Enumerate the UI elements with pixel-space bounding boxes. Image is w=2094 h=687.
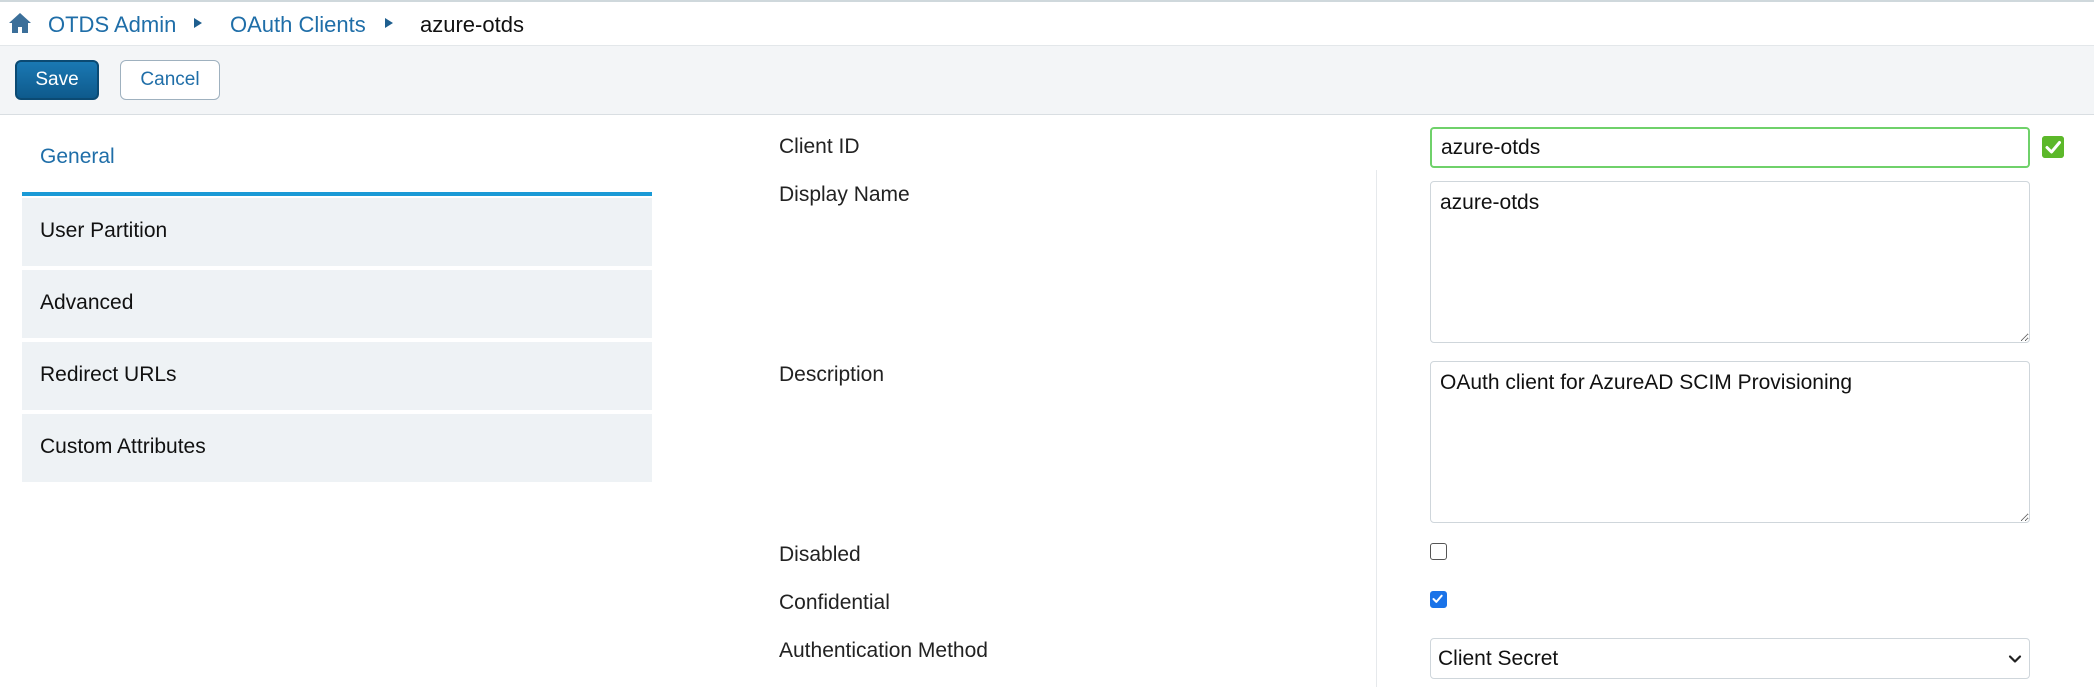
checkmark-icon [1432,594,1443,603]
tab-redirect-urls[interactable]: Redirect URLs [22,342,652,410]
description-label: Description [779,363,885,386]
toolbar: Save Cancel [0,46,2094,115]
confidential-label: Confidential [779,591,890,614]
chevron-down-icon [2008,655,2022,663]
breadcrumb-separator-icon [385,18,393,28]
breadcrumb-current: azure-otds [420,12,524,37]
valid-check-icon [2042,136,2064,158]
disabled-label: Disabled [779,543,861,566]
tab-advanced[interactable]: Advanced [22,270,652,338]
cancel-button[interactable]: Cancel [120,60,220,100]
client-id-label: Client ID [779,135,860,158]
tab-user-partition[interactable]: User Partition [22,198,652,266]
display-name-label: Display Name [779,183,910,206]
home-icon[interactable] [8,12,32,34]
tab-general[interactable]: General [22,125,652,196]
description-textarea[interactable]: OAuth client for AzureAD SCIM Provisioni… [1430,361,2030,523]
disabled-checkbox[interactable] [1430,543,1447,560]
display-name-textarea[interactable]: azure-otds [1430,181,2030,343]
auth-method-value: Client Secret [1438,647,1559,670]
auth-method-select[interactable]: Client Secret [1430,638,2030,679]
breadcrumb: OTDS Admin OAuth Clients azure-otds [0,2,2094,46]
save-button[interactable]: Save [15,60,99,100]
client-id-input[interactable] [1430,127,2030,168]
breadcrumb-oauth-clients[interactable]: OAuth Clients [230,12,366,38]
tab-custom-attributes[interactable]: Custom Attributes [22,414,652,482]
confidential-checkbox[interactable] [1430,591,1447,608]
breadcrumb-separator-icon [194,18,202,28]
breadcrumb-otds-admin[interactable]: OTDS Admin [48,12,176,38]
auth-method-label: Authentication Method [779,639,988,662]
form-column-divider [1376,170,1377,687]
